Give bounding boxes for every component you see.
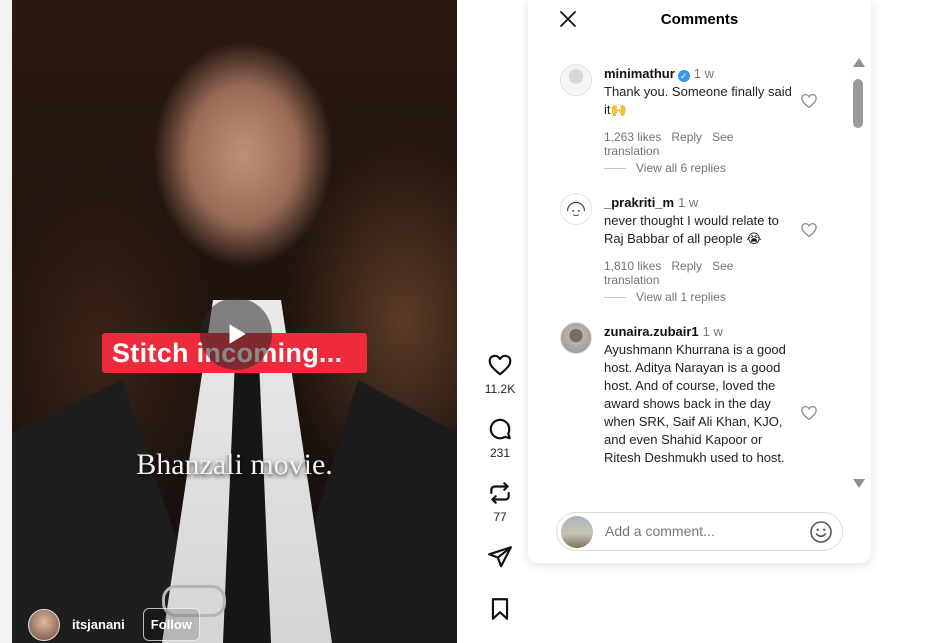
view-replies-button[interactable]: View all 6 replies <box>604 161 726 175</box>
heart-icon <box>488 354 512 376</box>
verified-badge-icon: ✓ <box>677 70 690 82</box>
comment-body: minimathur ✓ 1 w Thank you. Someone finall… <box>604 66 799 158</box>
comments-list[interactable]: minimathur ✓ 1 w Thank you. Someone finall… <box>528 58 871 498</box>
bookmark-icon <box>491 598 509 620</box>
comment-text: Thank you. Someone finally said it🙌 <box>604 84 792 117</box>
video-caption: Bhanzali movie. <box>136 448 333 481</box>
comment-meta: 1,810 likes Reply See translation <box>604 259 799 287</box>
view-replies-label: View all 1 replies <box>636 290 726 304</box>
replies-divider <box>604 296 626 298</box>
add-comment-bar <box>556 512 843 551</box>
save-button[interactable] <box>476 596 524 622</box>
author-avatar[interactable] <box>28 608 60 641</box>
comments-scrollbar[interactable] <box>850 58 868 490</box>
comment-avatar[interactable] <box>560 64 592 96</box>
play-icon <box>229 324 246 344</box>
comments-header: Comments <box>528 0 871 40</box>
share-icon <box>488 546 512 568</box>
comments-panel: Comments minimathur ✓ 1 w Thank you. Someo… <box>528 0 871 563</box>
comment-time: 1 w <box>693 66 715 81</box>
comment-body: _prakriti_m 1 w never thought I would rel… <box>604 195 799 287</box>
add-comment-input[interactable] <box>605 523 795 539</box>
view-replies-button[interactable]: View all 1 replies <box>604 290 726 304</box>
left-gutter <box>0 0 12 643</box>
comment-username[interactable]: minimathur <box>604 66 675 81</box>
replies-divider <box>604 167 626 169</box>
comment-heart-icon[interactable] <box>800 221 818 239</box>
reel-viewer: Stitch incoming... Bhanzali movie. itsja… <box>0 0 951 643</box>
scroll-up-arrow-icon[interactable] <box>853 58 865 67</box>
comment-meta: 1,263 likes Reply See translation <box>604 130 799 158</box>
play-button[interactable] <box>200 298 272 370</box>
comments-title: Comments <box>660 11 739 28</box>
like-button[interactable]: 11.2K <box>476 352 524 396</box>
current-user-avatar <box>561 516 593 548</box>
comment-body: zunaira.zubair1 1 w Ayushmann Khurrana is… <box>604 324 799 467</box>
comment-avatar[interactable] <box>560 322 592 354</box>
comment-time: 1 w <box>702 324 723 339</box>
reply-button[interactable]: Reply <box>671 130 702 144</box>
comment-button[interactable]: 231 <box>476 416 524 460</box>
author-bar: itsjanani Follow <box>28 608 200 641</box>
video-player[interactable]: Stitch incoming... Bhanzali movie. itsja… <box>12 0 457 643</box>
comment-text: Ayushmann Khurrana is a good host. Adity… <box>604 342 786 465</box>
share-button[interactable] <box>476 544 524 570</box>
comment-count: 231 <box>489 446 511 460</box>
emoji-icon[interactable] <box>809 520 833 544</box>
scrollbar-thumb[interactable] <box>853 79 863 128</box>
comment-heart-icon[interactable] <box>800 92 818 110</box>
author-username[interactable]: itsjanani <box>72 617 125 632</box>
comment-time: 1 w <box>678 195 699 210</box>
sketch-avatar-icon <box>567 201 585 217</box>
repost-count: 77 <box>493 510 507 524</box>
scroll-down-arrow-icon[interactable] <box>853 479 865 488</box>
comment-avatar[interactable] <box>560 193 592 225</box>
follow-button[interactable]: Follow <box>142 608 200 641</box>
comment-likes[interactable]: 1,263 likes <box>604 130 661 144</box>
reply-button[interactable]: Reply <box>671 259 702 273</box>
repost-icon <box>490 482 510 504</box>
view-replies-label: View all 6 replies <box>636 161 726 175</box>
comment-text: never thought I would relate to Raj Babb… <box>604 213 779 246</box>
repost-button[interactable]: 77 <box>476 480 524 524</box>
like-count: 11.2K <box>484 382 516 396</box>
comment-username[interactable]: zunaira.zubair1 <box>604 324 699 339</box>
comment-heart-icon[interactable] <box>800 404 818 422</box>
comment-icon <box>489 418 511 440</box>
comment-likes[interactable]: 1,810 likes <box>604 259 661 273</box>
comment-username[interactable]: _prakriti_m <box>604 195 674 210</box>
